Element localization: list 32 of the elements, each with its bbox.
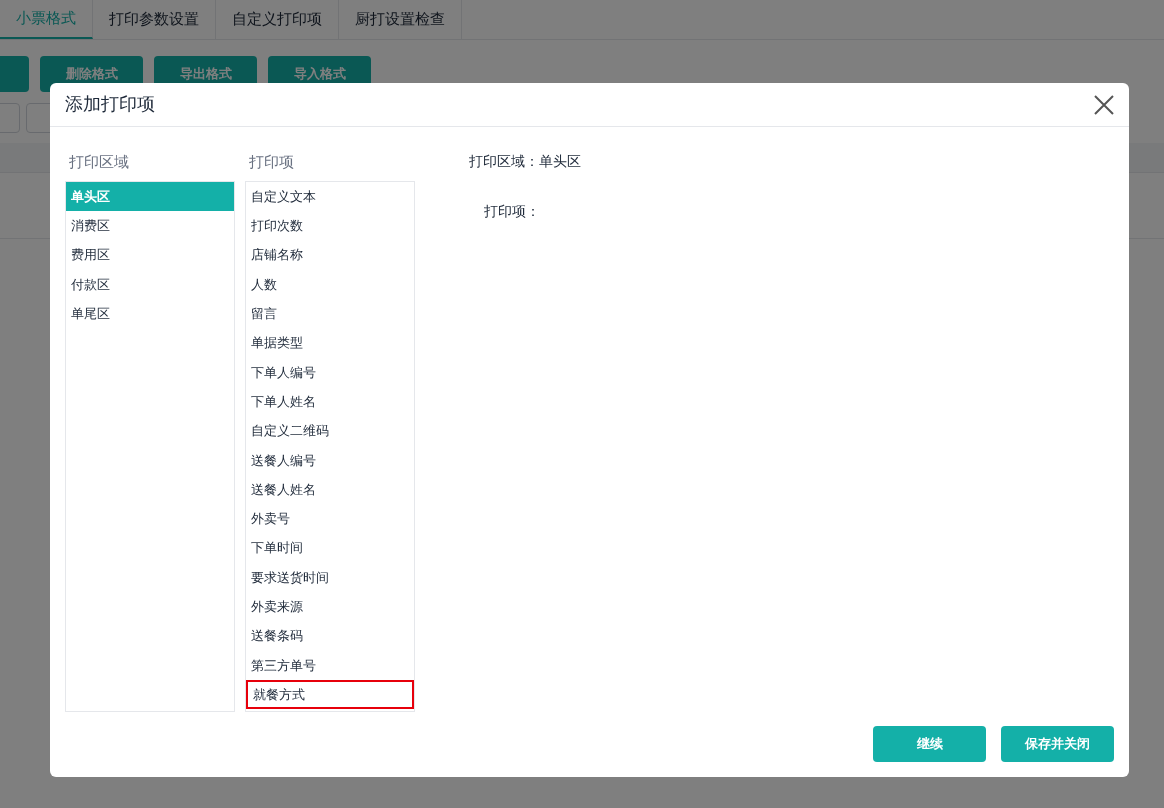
- print-list-item[interactable]: 下单人姓名: [246, 387, 414, 417]
- print-list-item[interactable]: 就餐方式: [246, 680, 414, 710]
- area-list-item[interactable]: 单尾区: [66, 299, 234, 329]
- print-list-item[interactable]: 送餐条码: [246, 621, 414, 651]
- print-list-item[interactable]: 送餐人编号: [246, 445, 414, 475]
- area-list-item[interactable]: 费用区: [66, 240, 234, 270]
- column-heading: 打印区域: [69, 152, 130, 172]
- area-value: 单头区: [539, 152, 581, 171]
- print-list-item[interactable]: 送餐人姓名: [246, 474, 414, 505]
- dialog-title: 添加打印项: [65, 93, 155, 116]
- tab[interactable]: 自定义打印项: [216, 0, 339, 39]
- column-heading: 打印项: [249, 152, 295, 172]
- print-list-item[interactable]: 外卖来源: [246, 592, 414, 622]
- print-list-item[interactable]: 下单时间: [246, 533, 414, 563]
- print-list-item[interactable]: 自定义二维码: [246, 416, 414, 446]
- print-list-item[interactable]: 店铺名称: [246, 240, 414, 270]
- area-list-item[interactable]: 消费区: [66, 211, 234, 241]
- print-list-item[interactable]: 下单人编号: [246, 357, 414, 388]
- close-icon[interactable]: [1094, 94, 1114, 115]
- print-list-item[interactable]: 要求送货时间: [246, 562, 414, 593]
- print-list-item[interactable]: 自定义文本: [246, 182, 414, 212]
- area-label: 打印区域：: [469, 152, 539, 171]
- print-list-item[interactable]: 留言: [246, 299, 414, 329]
- print-list-item[interactable]: 打印次数: [246, 211, 414, 241]
- tab[interactable]: 厨打设置检查: [339, 0, 462, 39]
- print-list-item[interactable]: 单据类型: [246, 328, 414, 358]
- print-list-item[interactable]: 外卖号: [246, 504, 414, 534]
- print-list-item[interactable]: 第三方单号: [246, 650, 414, 681]
- print-list-item[interactable]: 人数: [246, 269, 414, 300]
- tab[interactable]: 打印参数设置: [93, 0, 216, 39]
- area-list-item[interactable]: 付款区: [66, 269, 234, 300]
- item-label: 打印项：: [484, 202, 541, 221]
